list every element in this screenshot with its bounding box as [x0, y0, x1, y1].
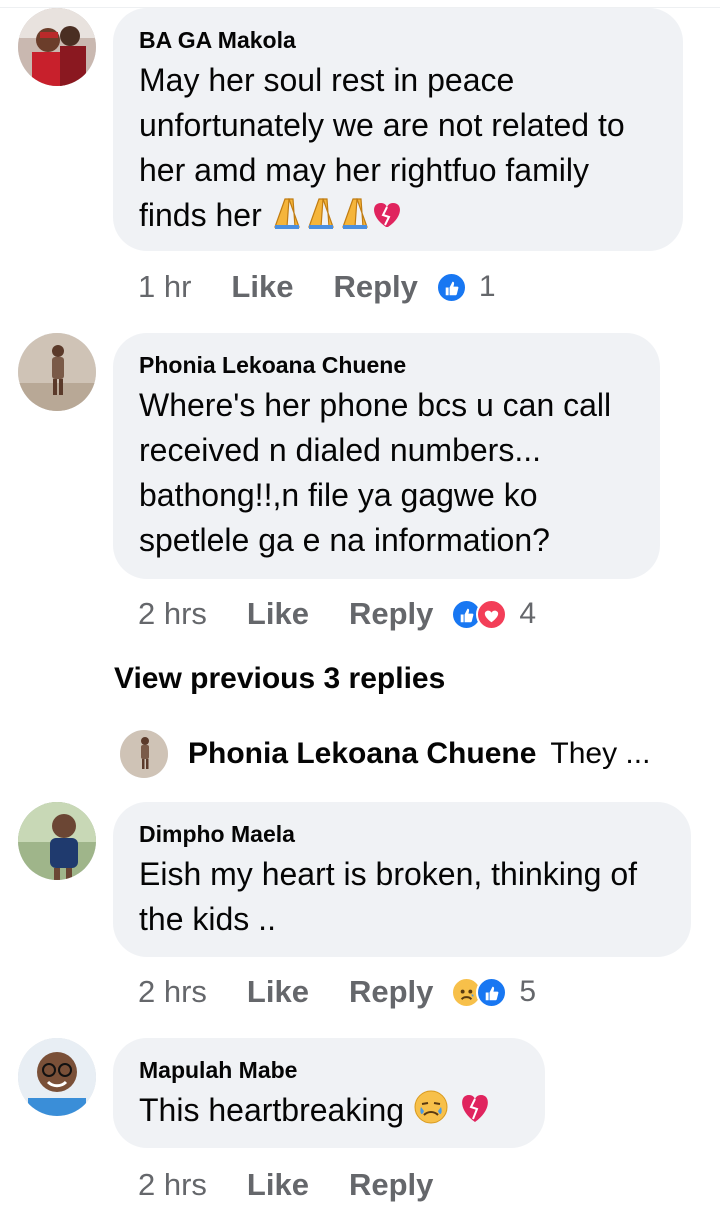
like-button[interactable]: Like [247, 596, 309, 632]
reactions-summary[interactable]: 4 [451, 597, 536, 631]
comment-line: received n dialed numbers... [139, 432, 541, 468]
avatar-photo-icon [18, 1038, 96, 1116]
comment-author[interactable]: Phonia Lekoana Chuene [139, 351, 634, 379]
reply-button[interactable]: Reply [349, 1167, 433, 1203]
reaction-count: 4 [519, 597, 537, 630]
comment-line: Eish my heart is broken, thinking of [139, 856, 638, 892]
collapsed-reply-snippet: They ... [550, 737, 651, 770]
comment-text: Eish my heart is broken, thinking of the… [139, 852, 665, 942]
collapsed-reply-author[interactable]: Phonia Lekoana Chuene [188, 737, 536, 771]
reaction-count: 5 [519, 975, 537, 1008]
avatar[interactable] [18, 802, 96, 880]
like-reaction-icon [435, 271, 467, 303]
avatar-photo-icon [18, 802, 96, 880]
like-button[interactable]: Like [247, 1167, 309, 1203]
avatar[interactable] [18, 333, 96, 411]
avatar[interactable] [120, 730, 168, 778]
reactions-summary[interactable]: 5 [451, 975, 536, 1009]
comment-text: This heartbreaking [139, 1088, 519, 1137]
collapsed-reply[interactable]: Phonia Lekoana Chuene They ... [120, 729, 650, 779]
comment-bubble: Dimpho Maela Eish my heart is broken, th… [113, 802, 691, 957]
comment-timestamp[interactable]: 2 hrs [138, 974, 207, 1010]
comment-timestamp[interactable]: 2 hrs [138, 596, 207, 632]
top-divider [0, 0, 720, 8]
comment-actions: 1 hr Like Reply 1 [138, 267, 496, 307]
comment-bubble: Phonia Lekoana Chuene Where's her phone … [113, 333, 660, 579]
comment-line: unfortunately we are not related to [139, 107, 625, 143]
comment-author[interactable]: Mapulah Mabe [139, 1056, 519, 1084]
comment-text: Where's her phone bcs u can call receive… [139, 383, 634, 563]
comment-line: her amd may her rightfuo family [139, 152, 589, 188]
comment-timestamp[interactable]: 2 hrs [138, 1167, 207, 1203]
folded-hands-emoji-icon [271, 195, 401, 241]
comment-line: spetlele ga e na information? [139, 522, 550, 558]
view-previous-replies-link[interactable]: View previous 3 replies [114, 662, 445, 696]
comment-line: finds her [139, 197, 262, 233]
like-button[interactable]: Like [247, 974, 309, 1010]
avatar[interactable] [18, 1038, 96, 1116]
comment-author[interactable]: BA GA Makola [139, 26, 657, 54]
avatar-photo-icon [18, 8, 96, 86]
like-reaction-icon [476, 976, 508, 1008]
love-reaction-icon [476, 598, 508, 630]
reaction-count: 1 [478, 270, 496, 303]
comment-timestamp[interactable]: 1 hr [138, 269, 191, 305]
comment-line: Where's her phone bcs u can call [139, 387, 612, 423]
comment-line: bathong!!,n file ya gagwe ko [139, 477, 538, 513]
comment-bubble: Mapulah Mabe This heartbreaking [113, 1038, 545, 1148]
avatar[interactable] [18, 8, 96, 86]
comment-line: This heartbreaking [139, 1092, 405, 1128]
avatar-photo-icon [18, 333, 96, 411]
avatar-photo-icon [120, 730, 168, 778]
comment-actions: 2 hrs Like Reply 4 [138, 594, 536, 634]
reply-button[interactable]: Reply [349, 596, 433, 632]
comment-line: May her soul rest in peace [139, 62, 515, 98]
comment-actions: 2 hrs Like Reply 5 [138, 972, 536, 1012]
comment-line-with-emoji: finds her [139, 193, 657, 241]
comment-line: the kids .. [139, 901, 276, 937]
comment-author[interactable]: Dimpho Maela [139, 820, 665, 848]
like-button[interactable]: Like [231, 269, 293, 305]
comment-text: May her soul rest in peace unfortunately… [139, 58, 657, 241]
reactions-summary[interactable]: 1 [435, 270, 496, 304]
crying-face-emoji-icon [413, 1089, 497, 1137]
comment-actions: 2 hrs Like Reply [138, 1165, 451, 1205]
reply-button[interactable]: Reply [333, 269, 417, 305]
comment-bubble: BA GA Makola May her soul rest in peace … [113, 8, 683, 251]
reply-button[interactable]: Reply [349, 974, 433, 1010]
